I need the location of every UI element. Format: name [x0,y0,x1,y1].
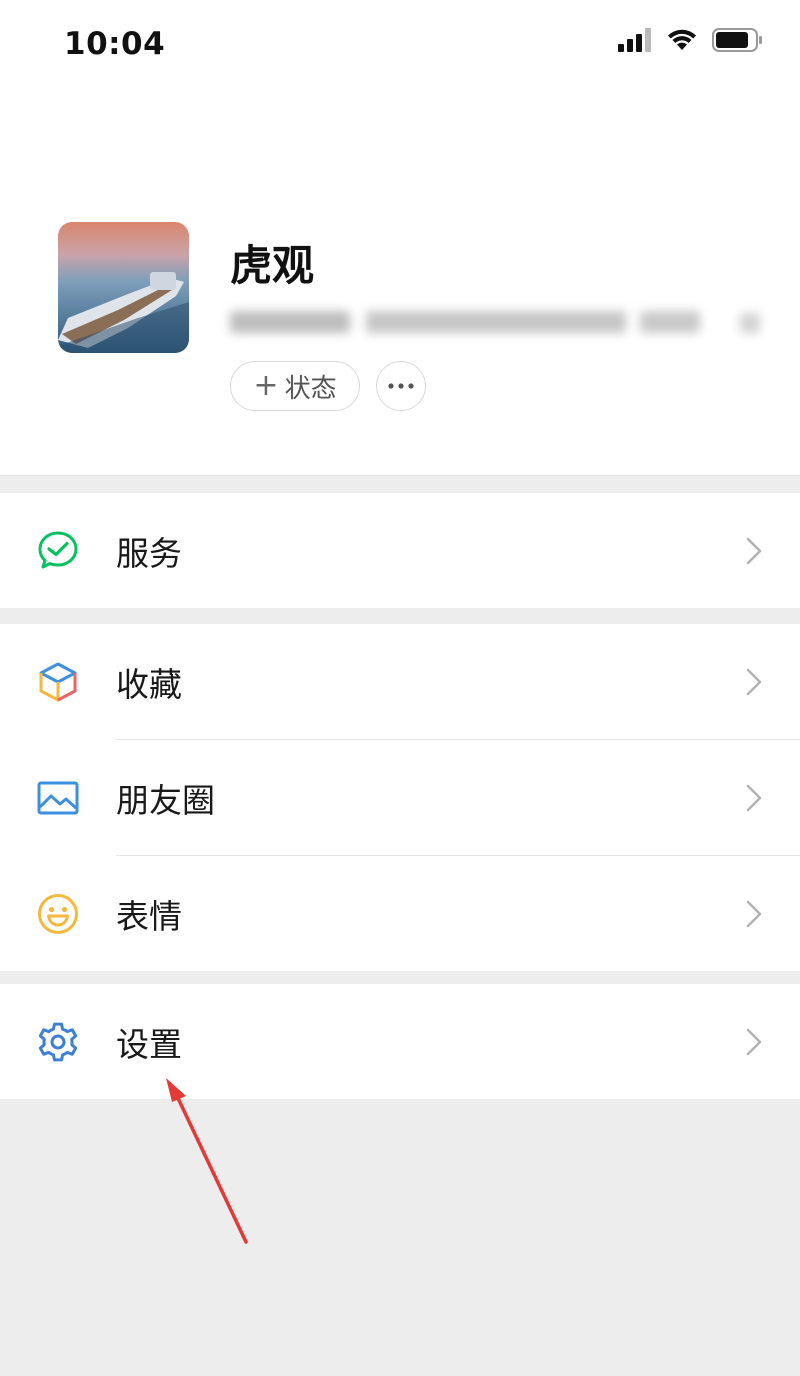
menu-item-moments[interactable]: 朋友圈 [0,740,800,855]
add-status-button[interactable]: + 状态 [230,361,360,411]
more-button[interactable] [376,361,426,411]
content-group: 收藏 朋友圈 表情 [0,624,800,971]
avatar-boat-image [58,222,189,353]
menu-item-label: 服务 [116,533,182,573]
status-button-label: 状态 [284,373,337,404]
chevron-right-icon [746,1028,762,1055]
menu-item-stickers[interactable]: 表情 [0,856,800,971]
smiley-icon [36,892,80,936]
battery-icon [712,28,762,52]
chevron-right-icon [746,537,762,564]
menu-item-settings[interactable]: 设置 [0,984,800,1099]
profile-header[interactable]: 虎观 + 状态 [0,90,800,476]
blurred-text-mask [230,311,760,333]
menu-item-services[interactable]: 服务 [0,493,800,608]
cellular-signal-icon [618,28,651,52]
more-dots-icon [388,383,414,389]
menu-item-label: 朋友圈 [116,780,215,820]
plus-icon: + [253,368,279,403]
gear-icon [36,1020,80,1064]
status-bar: 10:04 [0,0,800,90]
status-time: 10:04 [64,26,166,62]
check-bubble-icon [36,529,80,573]
menu-item-label: 设置 [116,1024,182,1064]
settings-group: 设置 [0,984,800,1099]
services-group: 服务 [0,493,800,608]
wechat-id-blurred [230,305,770,346]
chevron-right-icon [746,668,762,695]
menu-item-label: 收藏 [116,664,182,704]
menu-item-label: 表情 [116,896,182,936]
avatar[interactable] [58,222,189,353]
status-icons [618,28,764,52]
cube-icon [36,660,80,704]
wifi-icon [668,29,696,50]
nickname: 虎观 [230,241,315,290]
picture-icon [36,776,80,820]
chevron-right-icon [746,900,762,927]
chevron-right-icon [746,784,762,811]
menu-item-favorites[interactable]: 收藏 [0,624,800,739]
